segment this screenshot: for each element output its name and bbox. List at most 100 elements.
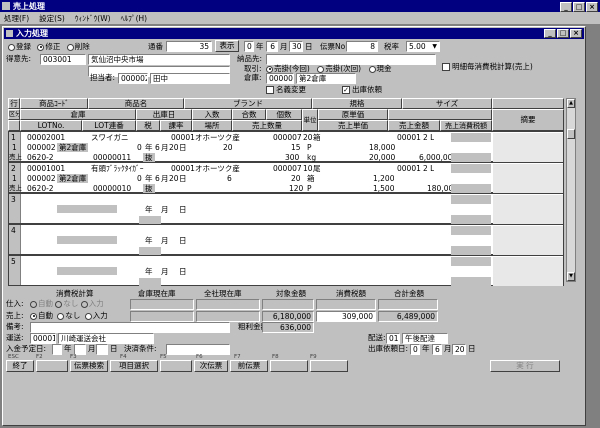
lot-seq[interactable]: 00000010 (93, 184, 131, 193)
table-row[interactable]: 5 年 月 日 (8, 255, 564, 286)
spec-qty[interactable]: 20 (303, 133, 313, 142)
date-day-input[interactable]: 30 (289, 41, 303, 52)
warehouse-name[interactable]: 第2倉庫 (57, 174, 89, 183)
menu-help[interactable]: ﾍﾙﾌﾟ(H) (121, 13, 148, 24)
brand-name[interactable]: オホーツク産 (195, 164, 240, 173)
customer-name-field[interactable]: 気仙沼中央市場 (88, 54, 230, 65)
prev-slip-button[interactable]: 前伝票 (230, 360, 268, 372)
size-code[interactable]: 00001 (397, 133, 421, 142)
purchase-tax-auto[interactable]: 自動 (30, 299, 53, 308)
unit[interactable]: 箱 (307, 174, 315, 183)
child-maximize-icon[interactable]: □ (557, 29, 569, 38)
trade-cash[interactable]: 現金 (368, 64, 392, 73)
fkey-f5-button[interactable] (160, 360, 192, 372)
item-name[interactable]: 有頭ﾌﾞﾗｯｸﾀｲｶﾞｰ (91, 164, 144, 173)
close-icon[interactable]: × (586, 2, 598, 12)
execute-button[interactable]: 実 行 (490, 360, 560, 372)
ship-era[interactable]: 0 (137, 143, 142, 152)
staff-name-field[interactable]: 田中 (150, 73, 230, 84)
trade-credit-now[interactable]: 売掛(今回) (266, 64, 310, 73)
customer-code-input[interactable]: 003001 (40, 54, 86, 65)
table-row[interactable]: 1 1 売上 00002001 スワイガニ 00001 オホーツク産 00000… (8, 131, 564, 162)
menu-window[interactable]: ｳｨﾝﾄﾞｳ(W) (75, 13, 111, 24)
grid-scrollbar[interactable]: ▲ ▼ (566, 98, 576, 282)
item-code[interactable]: 00001001 (27, 164, 65, 173)
ship-request-checkbox[interactable]: ✓ 出庫依頼 (342, 84, 382, 95)
maker-code[interactable]: 00001 (171, 164, 195, 173)
fkey-f2-button[interactable] (36, 360, 68, 372)
mode-delete[interactable]: 削除 (66, 42, 90, 51)
date-month-input[interactable]: 6 (266, 41, 278, 52)
ship-date-month[interactable]: 6 (432, 344, 442, 355)
item-code[interactable]: 00002001 (27, 133, 65, 142)
slip-search-button[interactable]: 伝票検索 (70, 360, 108, 372)
lot-no[interactable]: 0620-2 (27, 184, 54, 193)
table-row[interactable]: 2 1 売上 00001001 有頭ﾌﾞﾗｯｸﾀｲｶﾞｰ 00001 オホーツク… (8, 162, 564, 193)
warehouse-code-input[interactable]: 000002 (266, 73, 294, 84)
cost[interactable]: 18,000 (369, 143, 395, 152)
ship-day[interactable]: 20 (169, 143, 179, 152)
mode-register[interactable]: 登録 (8, 42, 31, 51)
pay-day-input[interactable] (96, 344, 108, 355)
pay-era-input[interactable] (52, 344, 62, 355)
sales-qty[interactable]: 120 (289, 184, 303, 193)
trade-credit-next[interactable]: 売掛(次回) (317, 64, 361, 73)
ship-month[interactable]: 6 (155, 174, 160, 183)
maker-code[interactable]: 00001 (171, 133, 195, 142)
warehouse-name-field[interactable]: 第2倉庫 (296, 73, 356, 84)
warehouse-name[interactable]: 第2倉庫 (57, 143, 89, 152)
sales-price[interactable]: 1,500 (373, 184, 394, 193)
item-select-button[interactable]: 項目選択 (110, 360, 158, 372)
sales-tax-none[interactable]: なし (57, 311, 80, 320)
kosu[interactable]: 20 (291, 174, 301, 183)
spec-code[interactable]: 000007 (273, 164, 302, 173)
cost[interactable]: 1,200 (373, 174, 394, 183)
end-button[interactable]: 終了 (6, 360, 34, 372)
remarks-input[interactable] (30, 322, 230, 333)
ship-date-day[interactable]: 20 (452, 344, 466, 355)
ship-day[interactable]: 20 (169, 174, 179, 183)
warehouse-code[interactable]: 000002 (27, 143, 56, 152)
unit[interactable]: P (307, 143, 312, 152)
sales-tax-auto[interactable]: 自動 (30, 311, 53, 320)
tax-type[interactable]: 抜 (143, 184, 155, 193)
purchase-tax-input[interactable]: 入力 (80, 299, 104, 308)
fkey-f9-button[interactable] (310, 360, 348, 372)
sales-tax-input[interactable]: 入力 (84, 311, 108, 320)
scroll-down-icon[interactable]: ▼ (567, 272, 575, 281)
scroll-up-icon[interactable]: ▲ (567, 99, 575, 108)
item-name[interactable]: スワイガニ (91, 133, 129, 142)
irisu[interactable]: 6 (227, 174, 232, 183)
kosu[interactable]: 15 (291, 143, 301, 152)
warehouse-code[interactable]: 000002 (27, 174, 56, 183)
menu-settings[interactable]: 設定(S) (39, 13, 65, 24)
display-button[interactable]: 表示 (215, 40, 239, 52)
minimize-icon[interactable]: _ (560, 2, 572, 12)
scroll-thumb[interactable] (567, 129, 575, 139)
tax-rate-select[interactable]: 5.00 ▼ (406, 41, 440, 52)
ship-month[interactable]: 6 (155, 143, 160, 152)
fkey-f8-button[interactable] (270, 360, 308, 372)
child-close-icon[interactable]: × (570, 29, 582, 38)
child-minimize-icon[interactable]: _ (544, 29, 556, 38)
size-name[interactable]: 2 L (423, 164, 434, 173)
brand-name[interactable]: オホーツク産 (195, 133, 240, 142)
menu-process[interactable]: 処理(F) (4, 13, 29, 24)
purchase-tax-none[interactable]: なし (55, 299, 78, 308)
table-row[interactable]: 3 年 月 日 (8, 193, 564, 224)
irisu[interactable]: 20 (223, 143, 233, 152)
staff-code-input[interactable]: 000002 (118, 73, 148, 84)
maximize-icon[interactable]: □ (573, 2, 585, 12)
ship-era[interactable]: 0 (137, 174, 142, 183)
date-era-input[interactable]: 0 (244, 41, 254, 52)
sales-qty[interactable]: 300 (285, 153, 299, 162)
spec-qty[interactable]: 10 (303, 164, 313, 173)
slip-type-input[interactable]: 8 (346, 41, 378, 52)
slip-no-input[interactable]: 35 (166, 41, 212, 52)
tax-type[interactable]: 抜 (143, 153, 155, 162)
tax-amount-input[interactable]: 309,000 (316, 311, 376, 322)
size-code[interactable]: 00001 (397, 164, 421, 173)
ship-date-era[interactable]: 0 (410, 344, 420, 355)
detail-tax-checkbox[interactable]: 明細毎消費税計算(売上) (442, 61, 533, 72)
lot-seq[interactable]: 00000011 (93, 153, 131, 162)
